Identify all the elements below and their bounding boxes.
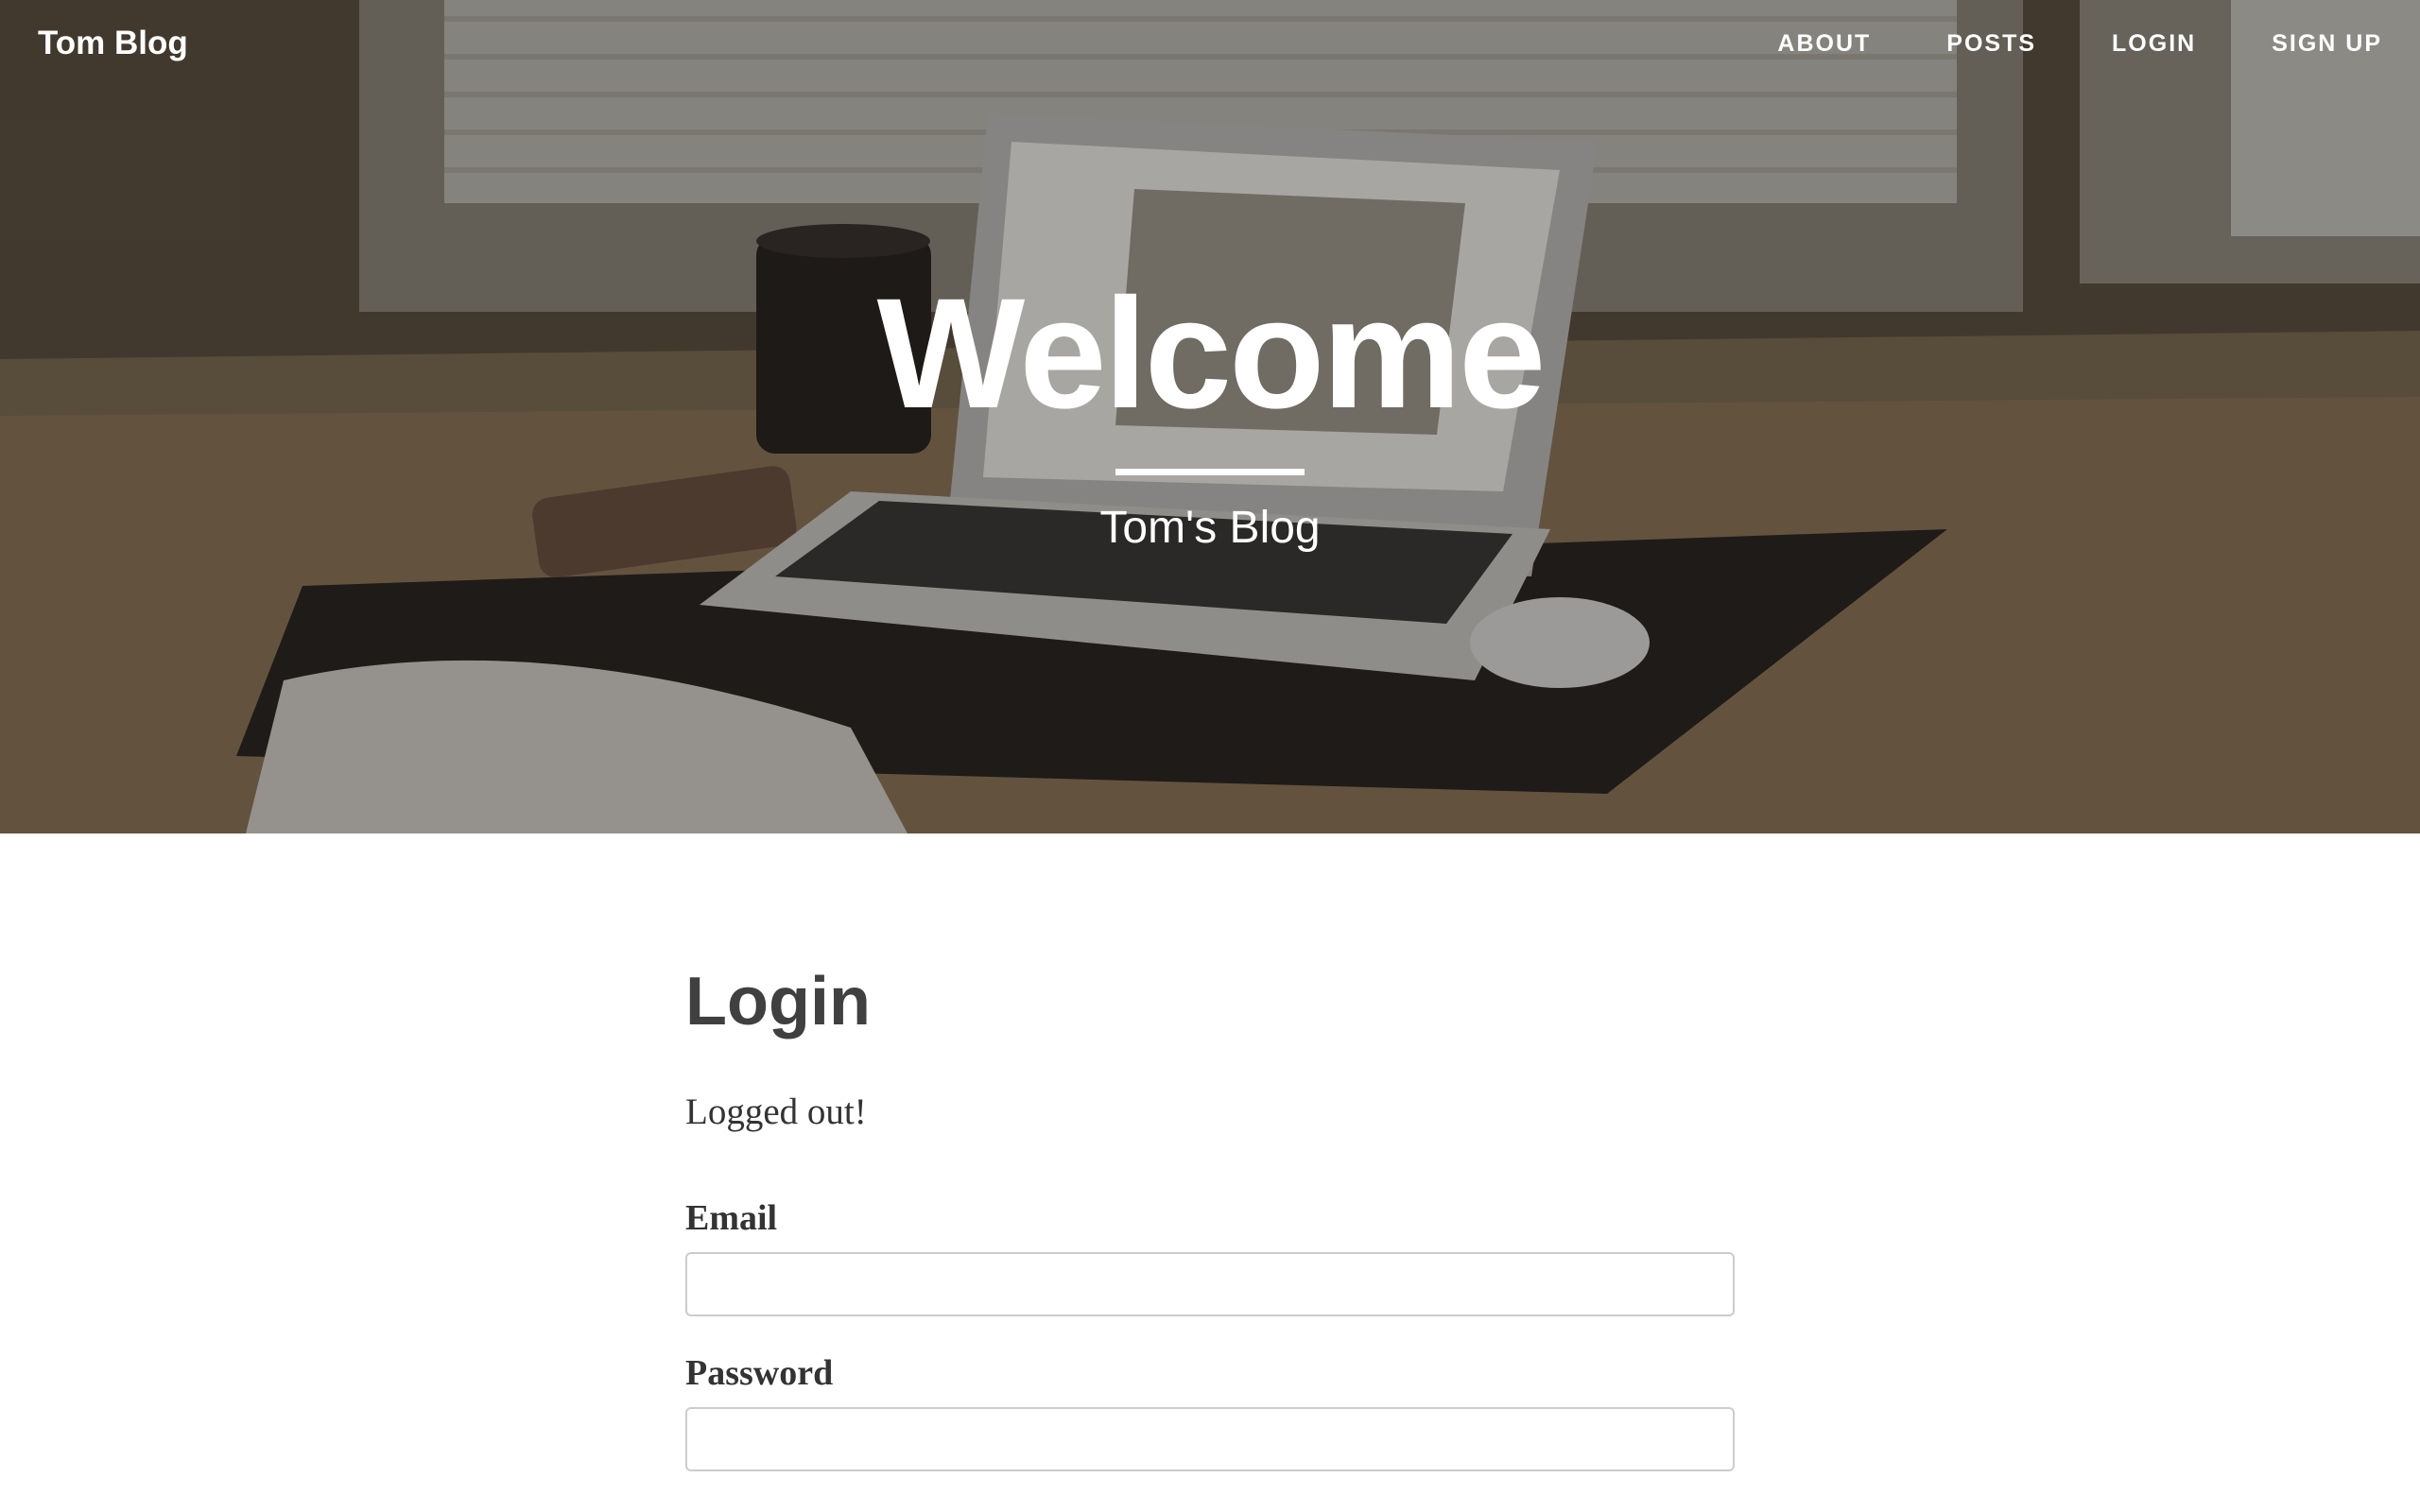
hero-title: Welcome	[876, 266, 1547, 441]
password-label: Password	[685, 1353, 834, 1393]
hero-header: Tom Blog ABOUT POSTS LOGIN SIGN UP Welco…	[0, 0, 2420, 833]
nav-links: ABOUT POSTS LOGIN SIGN UP	[1702, 30, 2382, 58]
page-title: Login	[685, 964, 871, 1040]
nav-link-sign-up[interactable]: SIGN UP	[2272, 30, 2382, 58]
hero-divider	[1115, 469, 1305, 475]
main-content: Login Logged out! Email Password	[685, 954, 1735, 1471]
hero-heading-block: Welcome Tom's Blog	[0, 274, 2420, 554]
nav-link-about[interactable]: ABOUT	[1777, 30, 1871, 58]
brand-link[interactable]: Tom Blog	[38, 25, 188, 62]
email-label: Email	[685, 1198, 778, 1238]
email-field[interactable]	[685, 1252, 1735, 1316]
nav-link-posts[interactable]: POSTS	[1946, 30, 2036, 58]
flash-message: Logged out!	[685, 1091, 867, 1132]
login-form: Email Password	[685, 1197, 1735, 1471]
hero-subtitle: Tom's Blog	[1099, 503, 1321, 553]
top-navbar: Tom Blog ABOUT POSTS LOGIN SIGN UP	[0, 0, 2420, 87]
password-field[interactable]	[685, 1407, 1735, 1471]
nav-link-login[interactable]: LOGIN	[2112, 30, 2196, 58]
